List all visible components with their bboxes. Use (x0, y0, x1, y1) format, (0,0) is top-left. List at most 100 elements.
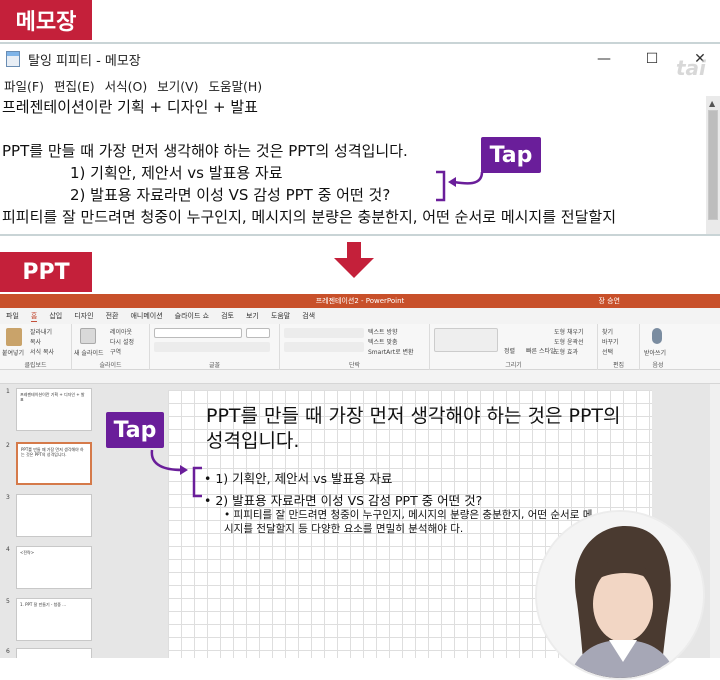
copy-button[interactable]: 복사 (30, 337, 41, 346)
tab-transitions[interactable]: 전환 (106, 311, 119, 321)
align-text-button[interactable]: 텍스트 맞춤 (368, 337, 398, 346)
ribbon-tabs: 파일 홈 삽입 디자인 전환 애니메이션 슬라이드 쇼 검토 보기 도움말 검색 (0, 308, 720, 324)
text-line: 2) 발표용 자료라면 이성 VS 감성 PPT 중 어떤 것? (70, 186, 391, 204)
cut-button[interactable]: 잘라내기 (30, 327, 52, 336)
tab-search[interactable]: 검색 (302, 311, 315, 321)
smartart-button[interactable]: SmartArt로 변환 (368, 347, 414, 356)
format-painter-button[interactable]: 서식 복사 (30, 347, 54, 356)
slide-bullet[interactable]: • 2) 발표용 자료라면 이성 VS 감성 PPT 중 어떤 것? (204, 490, 482, 509)
menu-help[interactable]: 도움말(H) (209, 76, 263, 95)
thumb-text: <전략> (20, 550, 35, 555)
ppt-window-title: 프레젠테이션2 - PowerPoint (315, 297, 405, 305)
tap-bracket-icon (150, 449, 202, 498)
tab-home[interactable]: 홈 (30, 311, 38, 322)
notepad-window: 탈잉 피피티 - 메모장 — ☐ ✕ 파일(F) 편집(E) 서식(O) 보기(… (0, 44, 720, 234)
section-button[interactable]: 구역 (110, 347, 121, 356)
thumb-text: PPT를 만들 때 가장 먼저 생각해야 하는 것은 PPT의 성격입니다. (21, 447, 84, 457)
thumb-number: 4 (6, 546, 10, 553)
ribbon-group-slides: 새 슬라이드 레이아웃 다시 설정 구역 슬라이드 (72, 324, 150, 370)
thumb-text: 1. PPT 잘 만들기 - 청중 ... (20, 602, 67, 607)
ribbon-group-voice: 받아쓰기 음성 (640, 324, 676, 370)
paste-icon[interactable] (6, 328, 22, 346)
group-label: 단락 (348, 362, 361, 369)
notepad-text-area[interactable]: 프레젠테이션이란 기획 + 디자인 + 발표 PPT를 만들 때 가장 먼저 생… (0, 96, 706, 234)
slide-thumbnail[interactable]: 1. PPT 잘 만들기 - 청중 ... (16, 598, 92, 641)
tab-slideshow[interactable]: 슬라이드 쇼 (175, 311, 209, 321)
thumb-number: 2 (6, 442, 10, 449)
ribbon-group-font: 글꼴 (150, 324, 280, 370)
vertical-scrollbar[interactable]: ▲ (706, 96, 720, 234)
list-buttons[interactable] (284, 328, 364, 338)
arrow-down-icon (334, 242, 374, 278)
tab-design[interactable]: 디자인 (74, 311, 93, 321)
quick-styles-button[interactable]: 빠른 스타일 (526, 346, 556, 355)
ppt-section-badge: PPT (0, 252, 92, 292)
slide-thumbnail[interactable] (16, 648, 92, 658)
new-slide-icon[interactable] (80, 328, 96, 344)
font-name-input[interactable] (154, 328, 242, 338)
tap-bracket-icon (436, 170, 484, 202)
shape-effects-button[interactable]: 도형 효과 (554, 347, 578, 356)
presenter-avatar-icon (537, 512, 703, 678)
reset-button[interactable]: 다시 설정 (110, 337, 134, 346)
menu-edit[interactable]: 편집(E) (54, 76, 95, 95)
arrange-button[interactable]: 정렬 (504, 346, 515, 355)
text-line: 피피티를 잘 만드려면 청중이 누구인지, 메시지의 분량은 충분한지, 어떤 … (2, 208, 616, 226)
microphone-icon[interactable] (652, 328, 662, 344)
ppt-titlebar: 프레젠테이션2 - PowerPoint 장 승연 (0, 294, 720, 308)
vertical-scrollbar[interactable] (710, 384, 720, 658)
font-format-buttons[interactable] (154, 342, 270, 352)
scroll-up-icon[interactable]: ▲ (709, 99, 715, 108)
ribbon-group-paragraph: 텍스트 방향 텍스트 맞춤 SmartArt로 변환 단락 (280, 324, 430, 370)
font-size-input[interactable] (246, 328, 270, 338)
menu-file[interactable]: 파일(F) (4, 76, 44, 95)
dictate-button[interactable]: 받아쓰기 (644, 348, 666, 357)
watermark: tai (676, 56, 706, 80)
shape-outline-button[interactable]: 도형 윤곽선 (554, 337, 584, 346)
new-slide-button[interactable]: 새 슬라이드 (74, 348, 104, 357)
notepad-section-badge: 메모장 (0, 0, 92, 40)
slide-title[interactable]: PPT를 만들 때 가장 먼저 생각해야 하는 것은 PPT의 성격입니다. (206, 404, 626, 454)
menu-view[interactable]: 보기(V) (157, 76, 198, 95)
thumb-number: 3 (6, 494, 10, 501)
tab-file[interactable]: 파일 (6, 311, 19, 321)
slide-thumbnail[interactable] (16, 494, 92, 537)
paste-button[interactable]: 붙여넣기 (2, 348, 24, 357)
scroll-thumb[interactable] (708, 110, 718, 220)
group-label: 클립보드 (24, 362, 47, 369)
tab-animations[interactable]: 애니메이션 (130, 311, 162, 321)
shapes-gallery[interactable] (434, 328, 498, 352)
tab-review[interactable]: 검토 (221, 311, 234, 321)
slide-thumbnail[interactable]: 프레젠테이션이란 기획 + 디자인 + 발표 (16, 388, 92, 431)
slide-bullet[interactable]: • 1) 기획안, 제안서 vs 발표용 자료 (204, 468, 392, 487)
ribbon-group-editing: 찾기 바꾸기 선택 편집 (598, 324, 640, 370)
slide-sub-bullet[interactable]: • 피피티를 잘 만드려면 청중이 누구인지, 메시지의 분량은 충분한지, 어… (224, 508, 594, 536)
layout-button[interactable]: 레이아웃 (110, 327, 132, 336)
text-line: 프레젠테이션이란 기획 + 디자인 + 발표 (2, 98, 258, 116)
ribbon-group-clipboard: 붙여넣기 잘라내기 복사 서식 복사 클립보드 (0, 324, 72, 370)
text-direction-button[interactable]: 텍스트 방향 (368, 327, 398, 336)
select-button[interactable]: 선택 (602, 347, 613, 356)
thumb-text: 프레젠테이션이란 기획 + 디자인 + 발표 (20, 392, 85, 402)
align-buttons[interactable] (284, 342, 364, 352)
notepad-titlebar: 탈잉 피피티 - 메모장 — ☐ ✕ (0, 44, 720, 74)
find-button[interactable]: 찾기 (602, 327, 613, 336)
tab-view[interactable]: 보기 (246, 311, 259, 321)
group-label: 글꼴 (208, 362, 221, 369)
tap-callout: Tap (106, 412, 164, 448)
shape-fill-button[interactable]: 도형 채우기 (554, 327, 584, 336)
tab-insert[interactable]: 삽입 (49, 311, 62, 321)
slide-thumbnail[interactable]: <전략> (16, 546, 92, 589)
maximize-button[interactable]: ☐ (632, 48, 672, 70)
thumb-number: 6 (6, 648, 10, 655)
user-name[interactable]: 장 승연 (598, 296, 620, 306)
minimize-button[interactable]: — (584, 48, 624, 70)
replace-button[interactable]: 바꾸기 (602, 337, 619, 346)
menu-format[interactable]: 서식(O) (105, 76, 148, 95)
group-label: 편집 (612, 362, 625, 369)
group-label: 그리기 (505, 362, 522, 369)
tab-help[interactable]: 도움말 (271, 311, 290, 321)
thumb-number: 5 (6, 598, 10, 605)
slide-thumbnail-selected[interactable]: PPT를 만들 때 가장 먼저 생각해야 하는 것은 PPT의 성격입니다. (16, 442, 92, 485)
notepad-menubar: 파일(F) 편집(E) 서식(O) 보기(V) 도움말(H) (0, 74, 720, 96)
